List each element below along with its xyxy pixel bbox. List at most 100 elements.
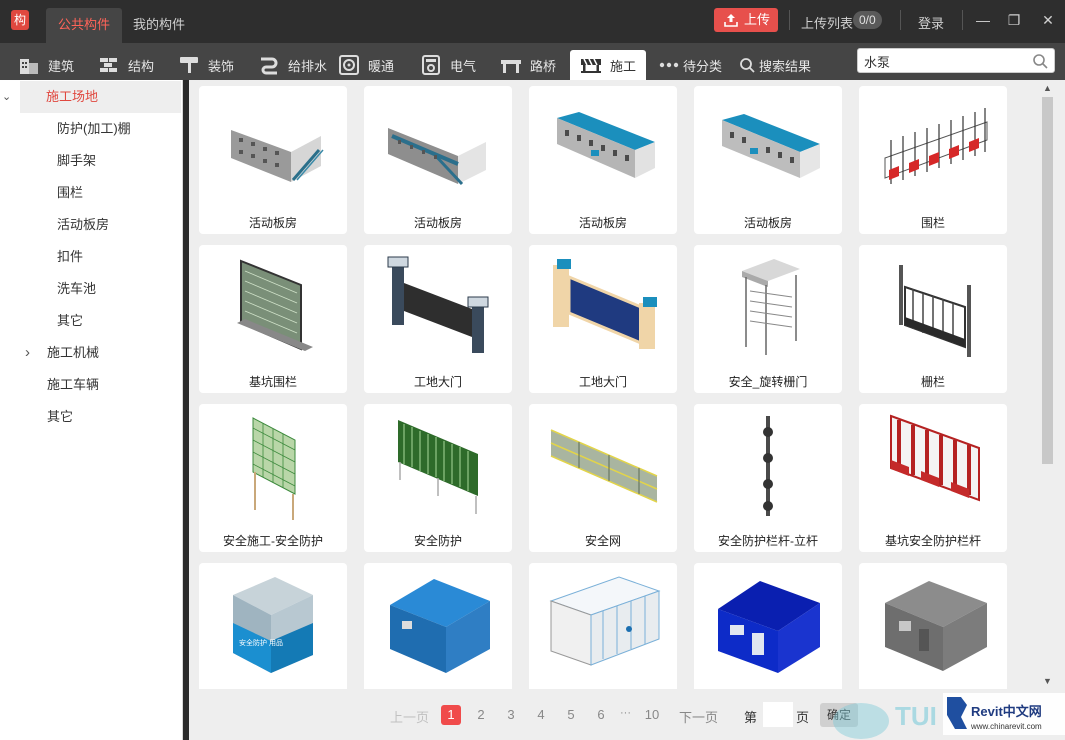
railing-post-icon	[763, 416, 773, 516]
component-card[interactable]: 工地大门	[529, 245, 677, 393]
card-label: 工地大门	[413, 375, 462, 389]
tab-decoration[interactable]: 装饰	[178, 50, 234, 80]
component-card[interactable]: 基坑围栏	[199, 245, 347, 393]
tab-label: 搜索结果	[759, 58, 812, 74]
component-card[interactable]	[694, 563, 842, 689]
pit-fence-panel-icon	[237, 259, 313, 351]
tab-label: 给排水	[288, 58, 328, 74]
tree-item-other-sub[interactable]: 其它	[57, 305, 83, 337]
card-label: 安全_旋转栅门	[728, 375, 808, 389]
upload-label: 上传	[744, 12, 771, 27]
page-number-input[interactable]	[763, 702, 793, 727]
component-card[interactable]: 工地大门	[364, 245, 512, 393]
tree-item-fence[interactable]: 围栏	[57, 177, 83, 209]
component-card[interactable]: 安全网	[529, 404, 677, 552]
tree-item-construction-site[interactable]: ⌄ 施工场地	[2, 81, 181, 113]
page-button[interactable]: 10	[642, 705, 662, 725]
watermark-brand: Revit中文网	[971, 704, 1042, 719]
component-card[interactable]	[529, 563, 677, 689]
tab-unclassified[interactable]: 待分类	[659, 50, 722, 80]
tab-label: 装饰	[208, 58, 235, 74]
card-label: 安全施工-安全防护	[223, 534, 323, 548]
tab-my-components[interactable]: 我的构件	[121, 8, 197, 43]
component-card[interactable]: 安全防护 用品	[199, 563, 347, 689]
tree-item-vehicles[interactable]: 施工车辆	[47, 369, 99, 401]
tab-construction[interactable]: 施工	[570, 50, 647, 80]
tab-hvac[interactable]: 暖通	[338, 50, 394, 80]
upload-icon	[724, 14, 738, 27]
tree-item-fastener[interactable]: 扣件	[57, 241, 83, 273]
page-button[interactable]: 3	[501, 705, 521, 725]
component-card[interactable]: 围栏	[859, 86, 1007, 234]
component-card[interactable]: 活动板房	[364, 86, 512, 234]
card-label: 安全防护栏杆-立杆	[718, 534, 818, 548]
close-icon[interactable]: ✕	[1036, 8, 1060, 32]
next-page-button[interactable]: 下一页	[679, 707, 718, 726]
scroll-up-icon[interactable]: ▲	[1043, 83, 1052, 93]
tab-building[interactable]: 建筑	[18, 50, 74, 80]
component-card[interactable]: 安全防护栏杆-立杆	[694, 404, 842, 552]
card-label: 活动板房	[248, 216, 297, 230]
component-card[interactable]: 活动板房	[199, 86, 347, 234]
minimize-icon[interactable]: —	[971, 8, 995, 32]
component-card[interactable]: 活动板房	[529, 86, 677, 234]
card-label: 活动板房	[743, 216, 792, 230]
component-card[interactable]	[364, 563, 512, 689]
page-button[interactable]: 6	[591, 705, 611, 725]
tab-label: 施工	[610, 58, 637, 74]
chevron-right-icon[interactable]: ›	[25, 337, 37, 369]
page-button[interactable]: 2	[471, 705, 491, 725]
scrollbar[interactable]: ▲ ▼	[1039, 80, 1057, 690]
tab-plumbing[interactable]: 给排水	[258, 50, 327, 80]
blue-container-icon	[390, 579, 490, 673]
page-button[interactable]: 5	[561, 705, 581, 725]
tab-road-bridge[interactable]: 路桥	[500, 50, 556, 80]
login-link[interactable]: 登录	[918, 13, 944, 32]
component-card[interactable]: 栅栏	[859, 245, 1007, 393]
divider	[789, 10, 790, 30]
tree-item-protective-shed[interactable]: 防护(加工)棚	[57, 113, 131, 145]
component-card[interactable]: 基坑安全防护栏杆	[859, 404, 1007, 552]
component-card[interactable]: 安全_旋转栅门	[694, 245, 842, 393]
tab-label: 建筑	[48, 58, 75, 74]
card-label: 活动板房	[413, 216, 462, 230]
site-gate-dark-icon	[387, 256, 489, 353]
upload-list-link[interactable]: 上传列表	[801, 13, 853, 32]
bricks-icon	[100, 58, 117, 72]
page-button[interactable]: 1	[441, 705, 461, 725]
component-card[interactable]: 安全防护	[364, 404, 512, 552]
search-icon[interactable]	[1032, 53, 1048, 69]
scrollbar-thumb[interactable]	[1042, 97, 1053, 464]
maximize-icon[interactable]: ❐	[1002, 8, 1026, 32]
app-logo: 构	[11, 10, 29, 30]
green-mesh-icon	[252, 417, 296, 520]
category-tree: ⌄ 施工场地 防护(加工)棚 脚手架 围栏 活动板房 扣件 洗车池 其它 › 施…	[0, 80, 183, 740]
card-label: 活动板房	[578, 216, 627, 230]
tree-item-other[interactable]: 其它	[47, 401, 73, 433]
component-card[interactable]: 活动板房	[694, 86, 842, 234]
watermark-logo: TUI Revit中文网 www.chinarevit.com	[833, 693, 1065, 739]
prev-page-button[interactable]: 上一页	[390, 707, 429, 726]
card-label: 围栏	[920, 216, 945, 230]
search-input[interactable]	[864, 51, 1024, 71]
site-gate-blue-icon	[553, 259, 657, 349]
page-button[interactable]: 4	[531, 705, 551, 725]
component-card[interactable]	[859, 563, 1007, 689]
tab-public-components[interactable]: 公共构件	[46, 8, 123, 43]
safety-net-icon	[550, 429, 658, 503]
chevron-down-icon[interactable]: ⌄	[2, 81, 14, 113]
pagination: 上一页 1 2 3 4 5 6 ··· 10 下一页 第 页 确定 TUI Re…	[189, 689, 1065, 740]
fan-icon	[339, 55, 359, 75]
component-card[interactable]: 安全施工-安全防护	[199, 404, 347, 552]
tab-structure[interactable]: 结构	[98, 50, 154, 80]
tree-item-machinery[interactable]: › 施工机械	[25, 337, 99, 369]
tree-item-scaffold[interactable]: 脚手架	[57, 145, 96, 177]
tree-label: 施工场地	[46, 89, 99, 104]
tab-search-results[interactable]: 搜索结果	[739, 50, 811, 80]
tab-electrical[interactable]: 电气	[420, 50, 476, 80]
divider	[962, 10, 963, 30]
upload-button[interactable]: 上传	[714, 8, 778, 32]
tree-item-prefab-house[interactable]: 活动板房	[57, 209, 109, 241]
tree-item-car-wash[interactable]: 洗车池	[57, 273, 96, 305]
divider	[900, 10, 901, 30]
